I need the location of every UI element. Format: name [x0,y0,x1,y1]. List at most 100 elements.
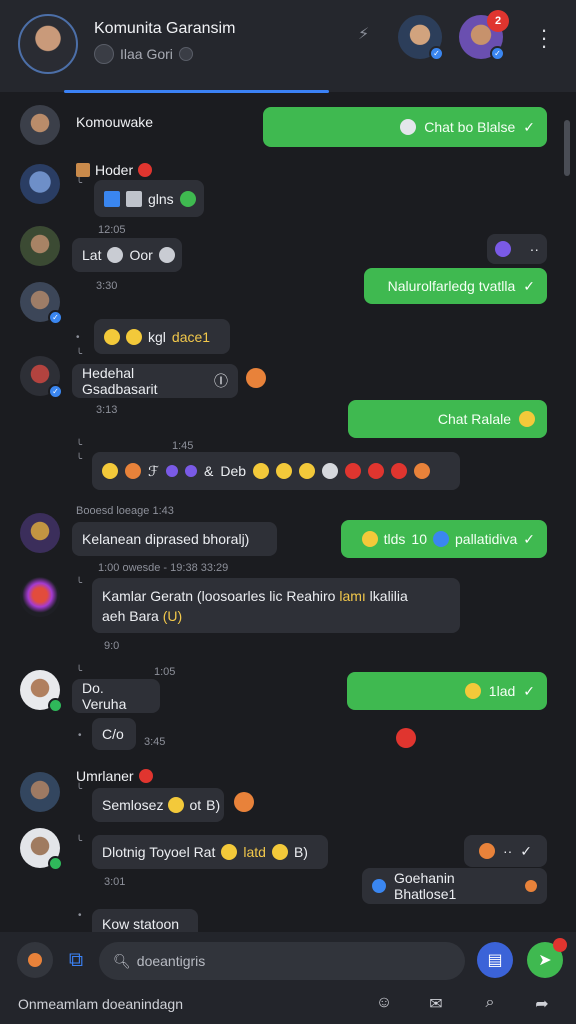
sticker-icon[interactable]: ☺ [374,994,394,1012]
message-text: Chat bo Blalse [424,119,516,135]
link-icon[interactable]: ⧉ [62,946,90,974]
emoji-icon [322,463,339,479]
avatar[interactable] [20,164,60,204]
composer-bar: ⧉ 🔍︎ doeantigris ▤ ➤ Onmeamlam doeaninda… [0,932,576,1024]
more-vertical-icon[interactable]: · · · [536,19,552,57]
incoming-message[interactable]: Hedehal Gsadbasarit Ⓘ [72,364,238,398]
emoji-icon [158,247,175,263]
read-check-icon: ✓ [523,682,535,699]
incoming-message[interactable]: kgl dace1 [94,319,230,354]
reaction-emoji-icon[interactable] [246,368,266,388]
search-text: doeantigris [136,953,206,969]
message-list[interactable]: Komouwake Chat bo Blalse ✓ Hoder ╰ glns … [0,92,576,932]
emoji-icon [126,328,142,345]
scrollbar[interactable] [564,120,570,176]
gif-icon [126,190,142,207]
timestamp: 3:13 [96,404,118,416]
verified-icon: ✓ [429,46,444,61]
avatar[interactable] [20,772,60,812]
timestamp: Booesd loeage 1:43 [76,505,174,517]
reply-arrow-icon: • [78,730,82,741]
emoji-icon [221,844,238,860]
emoji-icon [102,463,118,479]
avatar[interactable]: ✓ [20,356,63,399]
gift-icon[interactable]: ➤ [527,938,567,978]
timestamp: 3:30 [96,280,118,292]
search-icon[interactable]: ⌕ [480,994,500,1012]
outgoing-message[interactable]: tlds 10 pallatidiva ✓ [341,520,547,558]
mention-icon[interactable] [17,942,53,978]
emoji-icon [345,463,362,479]
avatar[interactable]: ✓ [20,282,63,325]
online-icon [48,698,63,713]
incoming-message[interactable]: Kow statoon [92,909,198,932]
group-avatar[interactable] [18,14,78,74]
emoji-icon [253,463,270,479]
emoji-icon [361,531,378,547]
emoji-icon [185,465,198,477]
message-text: C/o [102,726,124,742]
package-icon [76,163,90,177]
reaction-chip[interactable]: ·· ✓ [464,835,547,867]
notification-dot [553,938,567,952]
incoming-message[interactable]: Semlosez ot B) [92,788,224,822]
member-avatar-2[interactable]: 2 ✓ [459,10,509,61]
message-text: Chat Ralale [437,411,511,427]
reply-arrow-icon: ╰ [76,349,83,360]
search-input[interactable]: 🔍︎ doeantigris [99,942,465,980]
avatar[interactable] [20,670,63,713]
incoming-message[interactable]: Goehanin Bhatlose1 [362,868,547,904]
avatar[interactable] [20,226,60,266]
member-avatar-1[interactable]: ✓ [398,15,444,61]
emoji-icon [166,465,179,477]
reaction-chip[interactable]: ·· [487,234,547,264]
read-check-icon: ✓ [523,277,535,294]
timestamp: 9:0 [104,640,120,652]
incoming-message[interactable]: ℱ & Deb [92,452,460,490]
incoming-message[interactable]: C/o [92,718,136,750]
badge-icon [138,769,153,783]
read-check-icon: ✓ [523,118,535,135]
timestamp: 1:05 [154,666,176,678]
avatar[interactable] [20,577,60,617]
reply-arrow-icon: ╰ [76,666,83,677]
balloon-emoji-icon[interactable] [396,728,416,748]
emoji-icon [478,843,495,859]
sender-name[interactable]: Hoder [76,162,153,178]
more-dots-icon[interactable]: ·· [530,241,539,257]
sender-name[interactable]: Komouwake [76,114,153,130]
outgoing-message[interactable]: Nalurolfarledg tvatlla ✓ [364,268,547,304]
avatar[interactable] [20,105,60,145]
notification-badge: 2 [487,10,509,32]
share-icon[interactable]: ➦ [532,994,552,1014]
chat-title[interactable]: Komunita Garansim [94,20,235,38]
message-text: glns [148,190,174,207]
incoming-message[interactable]: Do. Veruha [72,679,160,713]
outgoing-message[interactable]: 1lad ✓ [347,672,547,710]
search-circle-icon[interactable] [94,44,114,64]
image-icon [104,190,120,207]
emoji-icon [107,247,124,263]
avatar[interactable] [20,513,60,553]
avatar[interactable] [20,828,63,871]
incoming-message[interactable]: Dlotnig Toyoel Rat latd B) [92,835,328,869]
incoming-message[interactable]: glns [94,180,204,217]
emoji-icon [104,328,120,345]
outgoing-message[interactable]: Chat bo Blalse ✓ [263,107,547,147]
verified-icon: ✓ [490,46,505,61]
incoming-message[interactable]: Kamlar Geratn (loosoarles lic Reahiro la… [92,578,460,633]
message-icon[interactable]: ✉ [426,994,446,1014]
emoji-icon [178,47,193,61]
status-text: Onmeamlam doeanindagn [18,996,183,1012]
reply-arrow-icon: ╰ [76,178,83,189]
reaction-emoji-icon[interactable] [234,792,254,812]
emoji-icon [125,463,141,479]
bolt-icon[interactable]: ⚡ [358,24,369,44]
incoming-message[interactable]: Lat Oor [72,238,182,272]
chat-icon[interactable]: ▤ [477,942,513,978]
message-text: Kelanean diprased bhoralj) [82,531,250,547]
more-dots-icon[interactable]: ·· [503,843,512,859]
incoming-message[interactable]: Kelanean diprased bhoralj) [72,522,277,556]
outgoing-message[interactable]: Chat Ralale [348,400,547,438]
sender-name[interactable]: Umrlaner [76,768,153,784]
